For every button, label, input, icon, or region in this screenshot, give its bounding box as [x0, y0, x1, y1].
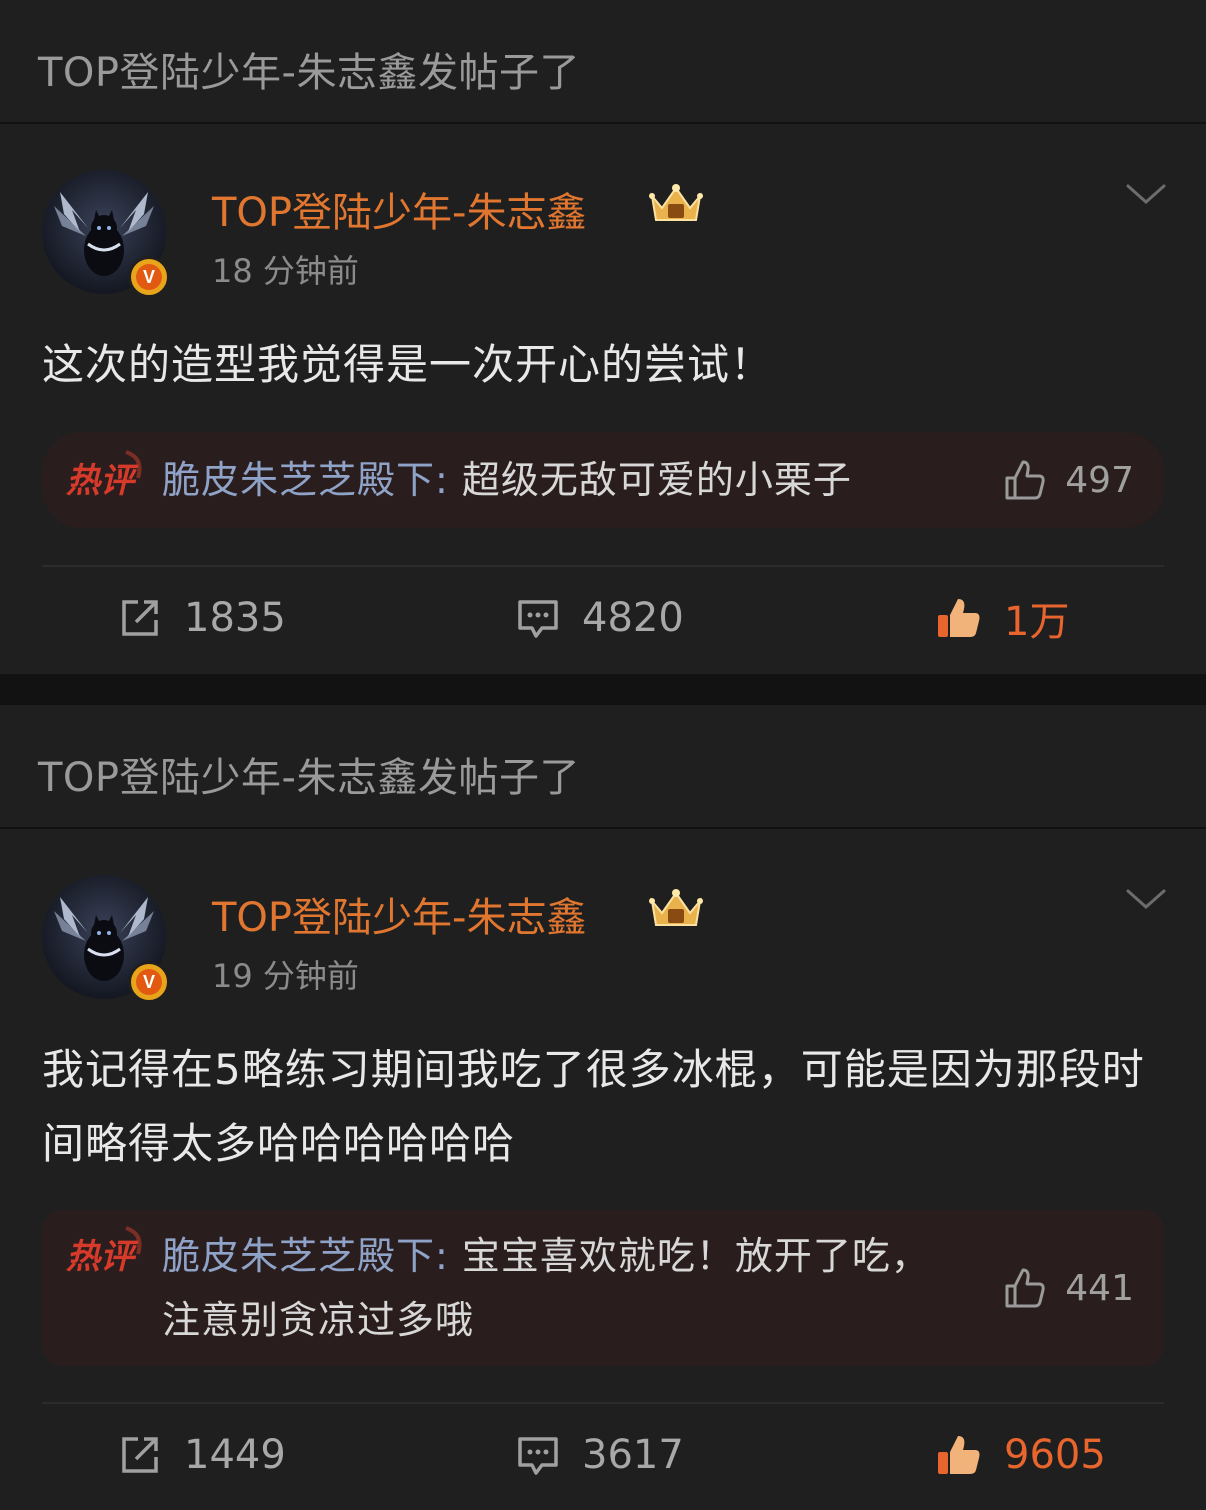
crown-icon	[649, 184, 703, 221]
repost-header[interactable]: TOP登陆少年-朱志鑫发帖子了	[0, 0, 1206, 124]
like-button[interactable]: 9605	[936, 1415, 1106, 1495]
like-count: 9605	[1004, 1432, 1106, 1478]
post-content: 我记得在5略练习期间我吃了很多冰棍，可能是因为那段时间略得太多哈哈哈哈哈哈	[42, 1045, 1145, 1168]
action-bar: 1449 3617 9605	[0, 1415, 1206, 1495]
post-content: 这次的造型我觉得是一次开心的尝试！	[42, 340, 774, 389]
thumbs-up-icon	[1005, 460, 1045, 500]
post-separator	[0, 674, 1206, 705]
post-time: 18 分钟前	[212, 252, 359, 290]
action-bar: 1835 4820 1万	[0, 578, 1206, 658]
repost-count: 1835	[184, 595, 286, 641]
hot-comment-like-count: 441	[1065, 1267, 1134, 1309]
hot-comment-like[interactable]: 441	[1003, 1266, 1134, 1310]
crown-icon	[649, 889, 703, 926]
svg-text:热评: 热评	[66, 1237, 139, 1277]
comment-count: 4820	[582, 595, 684, 641]
hot-comment-author[interactable]: 脆皮朱芝芝殿下:	[162, 1234, 449, 1278]
hot-comment-author[interactable]: 脆皮朱芝芝殿下:	[162, 458, 449, 502]
username[interactable]: TOP登陆少年-朱志鑫	[212, 180, 586, 238]
hot-comment-like-count: 497	[1065, 459, 1134, 501]
repost-count: 1449	[184, 1432, 286, 1478]
comment-button[interactable]: 4820	[516, 578, 684, 658]
thumbs-up-icon	[1005, 1268, 1045, 1308]
hot-comment-body: 脆皮朱芝芝殿下: 超级无敌可爱的小栗子	[162, 448, 982, 512]
svg-text:热评: 热评	[66, 461, 139, 501]
repost-button[interactable]: 1835	[118, 578, 286, 658]
repost-icon	[122, 1437, 158, 1473]
repost-header-title: TOP登陆少年-朱志鑫发帖子了	[38, 755, 580, 801]
verified-badge-icon: V	[128, 256, 170, 298]
chevron-down-icon[interactable]	[1124, 885, 1168, 915]
divider	[42, 1402, 1164, 1404]
thumbs-up-icon	[938, 1436, 980, 1474]
feed-post: TOP登陆少年-朱志鑫发帖子了 V TOP登陆少年-朱志鑫	[0, 0, 1206, 674]
comment-icon	[518, 1437, 558, 1475]
hot-comment-tag: 热评	[66, 1226, 142, 1277]
comment-count: 3617	[582, 1432, 684, 1478]
like-count: 1万	[1004, 599, 1070, 645]
feed-post: TOP登陆少年-朱志鑫发帖子了 V TOP登陆少年-朱志鑫	[0, 705, 1206, 1510]
username[interactable]: TOP登陆少年-朱志鑫	[212, 885, 586, 943]
thumbs-up-icon	[938, 599, 980, 637]
hot-comment[interactable]: 热评 脆皮朱芝芝殿下: 超级无敌可爱的小栗子 497	[42, 432, 1164, 528]
repost-button[interactable]: 1449	[118, 1415, 286, 1495]
post-time: 19 分钟前	[212, 957, 359, 995]
repost-header-title: TOP登陆少年-朱志鑫发帖子了	[38, 50, 580, 96]
verified-badge-icon: V	[128, 961, 170, 1003]
like-button[interactable]: 1万	[936, 578, 1069, 658]
hot-comment-text: 超级无敌可爱的小栗子	[448, 458, 852, 502]
hot-comment-like[interactable]: 497	[1003, 458, 1134, 502]
comment-button[interactable]: 3617	[516, 1415, 684, 1495]
repost-header[interactable]: TOP登陆少年-朱志鑫发帖子了	[0, 705, 1206, 829]
hot-comment[interactable]: 热评 脆皮朱芝芝殿下: 宝宝喜欢就吃！放开了吃，注意别贪凉过多哦 441	[42, 1210, 1164, 1366]
repost-icon	[122, 600, 158, 636]
divider	[42, 565, 1164, 567]
hot-comment-tag: 热评	[66, 450, 142, 501]
chevron-down-icon[interactable]	[1124, 180, 1168, 210]
comment-icon	[518, 600, 558, 638]
hot-comment-body: 脆皮朱芝芝殿下: 宝宝喜欢就吃！放开了吃，注意别贪凉过多哦	[162, 1224, 962, 1352]
